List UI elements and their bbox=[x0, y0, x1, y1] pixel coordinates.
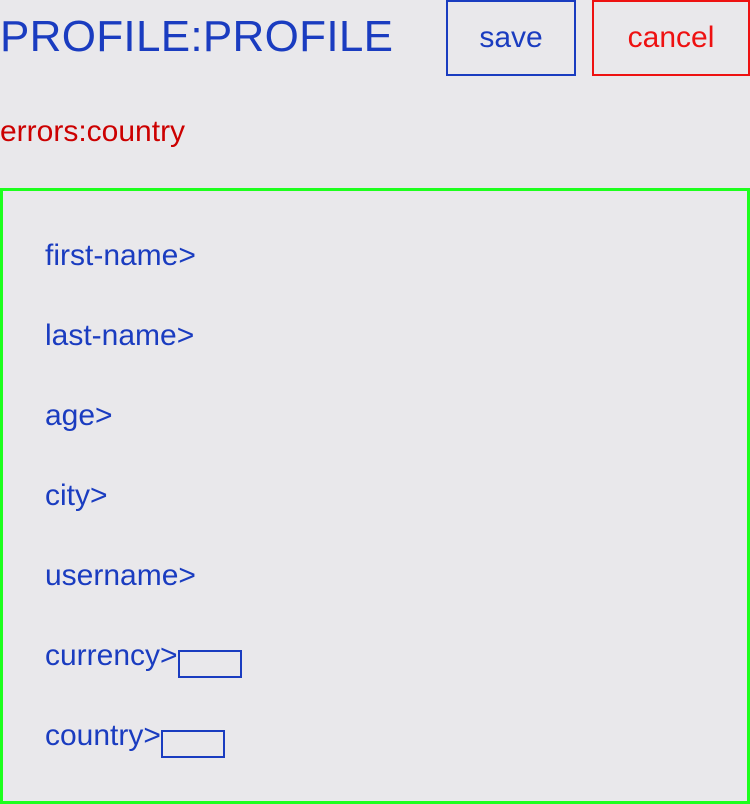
field-row-last-name: last-name> bbox=[45, 316, 194, 356]
page-title: PROFILE:PROFILE bbox=[0, 12, 394, 61]
last-name-label: last-name> bbox=[45, 319, 195, 352]
field-row-currency: currency> bbox=[45, 636, 242, 678]
currency-input[interactable] bbox=[177, 650, 242, 678]
age-label: age> bbox=[45, 399, 113, 432]
error-message: errors:country bbox=[0, 115, 186, 148]
first-name-label: first-name> bbox=[45, 239, 196, 272]
cancel-button[interactable]: cancel bbox=[592, 0, 750, 76]
field-row-age: age> bbox=[45, 396, 113, 436]
profile-form-panel: first-name> last-name> age> city> userna… bbox=[0, 188, 750, 804]
field-row-first-name: first-name> bbox=[45, 236, 196, 276]
save-button[interactable]: save bbox=[446, 0, 576, 76]
username-label: username> bbox=[45, 559, 196, 592]
country-input[interactable] bbox=[160, 730, 225, 758]
field-row-country: country> bbox=[45, 716, 225, 758]
field-row-username: username> bbox=[45, 556, 196, 596]
city-label: city> bbox=[45, 479, 108, 512]
country-label: country> bbox=[45, 719, 161, 752]
field-row-city: city> bbox=[45, 476, 108, 516]
currency-label: currency> bbox=[45, 639, 178, 672]
